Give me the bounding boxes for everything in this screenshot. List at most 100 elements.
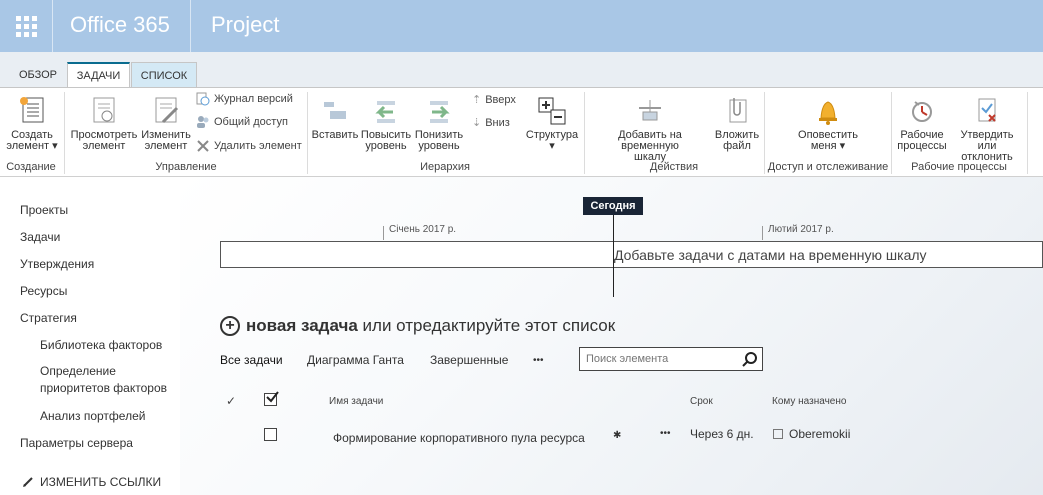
move-down-label: Вниз [485,116,510,129]
search-input[interactable] [580,348,730,370]
suite-bar: Office 365 Project [0,0,1043,52]
ribbon: Создать элемент ▾ Создание Просмотреть э… [0,87,1043,177]
today-marker: Сегодня [583,197,643,215]
nav-subitem-portfolio-analysis[interactable]: Анализ портфелей [40,409,145,423]
view-all-tasks[interactable]: Все задачи [220,353,283,367]
column-header-due-date[interactable]: Срок [690,396,713,407]
chevron-down-icon: ▾ [49,140,58,152]
bell-icon [819,101,837,125]
edit-links-button[interactable]: ИЗМЕНИТЬ ССЫЛКИ [22,475,161,489]
new-task-label[interactable]: новая задача [246,316,358,335]
indent-icon [324,102,346,119]
month-tick [762,226,763,240]
today-line [613,215,614,297]
column-header-task-name[interactable]: Имя задачи [329,396,383,407]
content-background [180,177,1043,495]
suite-app-title[interactable]: Project [211,12,279,38]
workflow-icon [912,101,932,122]
nav-subitem-driver-library[interactable]: Библиотека факторов [40,338,162,352]
task-name-link[interactable]: Формирование корпоративного пула ресурса [333,431,585,445]
nav-item-tasks[interactable]: Задачи [20,230,60,244]
new-item-label-2: элемент [6,140,50,152]
version-history-icon [196,92,210,106]
column-header-check: ✓ [226,394,237,408]
select-all-checkbox[interactable] [264,391,279,406]
version-history-button[interactable]: Журнал версий [196,92,293,106]
arrow-left-icon [375,101,395,123]
structure-button[interactable]: Структура ▾ [524,96,580,152]
group-label-access: Доступ и отслеживание [767,161,889,173]
nav-item-approvals[interactable]: Утверждения [20,257,94,271]
nav-item-projects[interactable]: Проекты [20,203,68,217]
edit-item-button[interactable]: Изменить элемент [140,96,192,152]
delete-item-label: Удалить элемент [214,140,302,152]
edit-list-label[interactable]: или отредактируйте этот список [358,316,616,335]
move-up-button[interactable]: ⇡ Вверх [472,93,516,107]
tab-tasks[interactable]: ЗАДАЧИ [67,62,130,88]
ribbon-divider [764,92,765,174]
row-more-button[interactable]: ••• [660,428,671,439]
view-completed[interactable]: Завершенные [430,353,508,367]
lower-level-button[interactable]: Понизить уровень [413,96,465,152]
search-icon[interactable] [742,351,758,367]
month-tick [383,226,384,240]
nav-item-strategy[interactable]: Стратегия [20,311,77,325]
nav-subitem-driver-prioritization-1[interactable]: Определение [40,364,116,378]
column-header-assigned-to[interactable]: Кому назначено [772,396,846,407]
suite-brand[interactable]: Office 365 [70,12,170,38]
alert-me-label-2: меня [810,140,837,152]
nav-subitem-driver-prioritization-2[interactable]: приоритетов факторов [40,381,167,395]
alert-me-button[interactable]: Оповестить меня ▾ [790,96,866,152]
add-to-timeline-button[interactable]: Добавить на временную шкалу [588,96,712,163]
ribbon-divider [584,92,585,174]
delete-icon [197,140,209,152]
move-up-label: Вверх [485,93,516,106]
assigned-user-link[interactable]: Oberemokii [789,427,850,441]
suite-divider [52,0,53,52]
tab-browse[interactable]: ОБЗОР [10,62,66,88]
paperclip-icon [729,98,747,123]
workflows-button[interactable]: Рабочие процессы [894,96,950,152]
group-label-create: Создание [6,161,56,173]
tab-list[interactable]: СПИСОК [131,62,197,88]
approve-reject-label-1: Утвердить или [960,129,1014,152]
add-circle-icon: + [220,316,240,336]
attach-file-label-2: файл [723,140,751,152]
ribbon-divider [891,92,892,174]
nav-item-server-settings[interactable]: Параметры сервера [20,436,133,450]
indent-button[interactable]: Вставить [310,96,360,141]
shared-with-label: Общий доступ [214,116,288,128]
edit-item-icon [155,97,179,124]
shared-with-button[interactable]: Общий доступ [196,115,288,129]
view-item-label-2: элемент [82,140,126,152]
move-down-button[interactable]: ⇣ Вниз [472,116,510,130]
new-item-marker: ✱ [613,430,622,441]
nav-item-resources[interactable]: Ресурсы [20,284,67,298]
outline-icon [538,97,566,125]
row-checkbox[interactable] [264,428,277,441]
new-item-icon [20,97,44,123]
arrow-down-icon: ⇣ [472,117,482,129]
new-task-link[interactable]: + новая задача или отредактируйте этот с… [220,316,615,336]
edit-item-label-2: элемент [144,140,188,152]
workflows-label-2: процессы [897,140,947,152]
indent-label: Вставить [311,129,359,141]
group-label-workflows: Рабочие процессы [911,161,1007,173]
pencil-icon [23,477,33,487]
edit-links-label: ИЗМЕНИТЬ ССЫЛКИ [40,475,162,489]
timeline-month-jan: Січень 2017 р. [389,224,457,235]
outdent-button[interactable]: Повысить уровень [360,96,412,152]
add-to-timeline-label-1: Добавить на временную [618,129,682,152]
more-views-button[interactable]: ••• [533,355,544,366]
view-item-button[interactable]: Просмотреть элемент [70,96,138,152]
delete-item-button[interactable]: Удалить элемент [196,139,302,153]
timeline-hint: Добавьте задачи с датами на временную шк… [614,247,927,263]
view-gantt[interactable]: Диаграмма Ганта [307,353,404,367]
new-item-button[interactable]: Создать элемент ▾ [6,96,58,152]
waffle-icon [15,15,37,37]
approve-reject-button[interactable]: Утвердить или отклонить [950,96,1024,163]
attach-file-button[interactable]: Вложить файл [712,96,762,152]
ribbon-divider [1027,92,1028,174]
arrow-right-icon [430,101,450,123]
app-launcher-button[interactable] [0,0,52,52]
